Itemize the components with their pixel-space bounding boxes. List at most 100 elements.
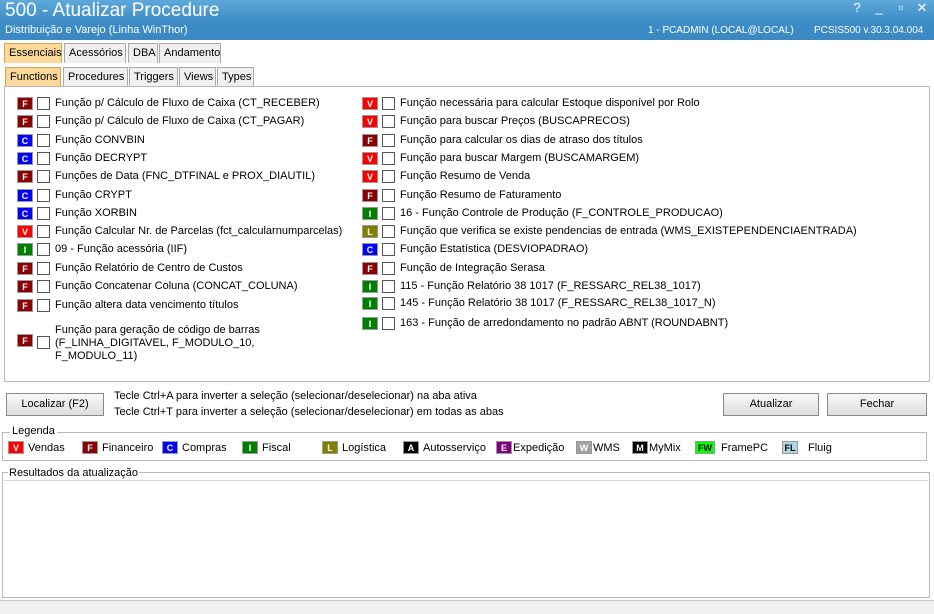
module-badge: V xyxy=(17,225,33,238)
function-label: Função para calcular os dias de atraso d… xyxy=(400,134,643,146)
function-label: Função necessária para calcular Estoque … xyxy=(400,97,700,109)
tab-types[interactable]: Types xyxy=(217,67,254,87)
tab-andamento[interactable]: Andamento xyxy=(159,43,221,63)
function-checkbox[interactable] xyxy=(382,262,395,275)
function-checkbox[interactable] xyxy=(382,243,395,256)
function-checkbox[interactable] xyxy=(382,225,395,238)
module-badge: F xyxy=(17,115,33,128)
function-checkbox[interactable] xyxy=(37,299,50,312)
function-label: Função p/ Cálculo de Fluxo de Caixa (CT_… xyxy=(55,97,320,109)
function-label: Função Calcular Nr. de Parcelas (fct_cal… xyxy=(55,225,343,237)
function-checkbox[interactable] xyxy=(37,207,50,220)
function-checkbox[interactable] xyxy=(37,97,50,110)
window-title: 500 - Atualizar Procedure xyxy=(5,0,220,21)
module-badge: F xyxy=(17,170,33,183)
tab-functions[interactable]: Functions xyxy=(5,67,61,87)
module-badge: F xyxy=(17,97,33,110)
function-label: Função p/ Cálculo de Fluxo de Caixa (CT_… xyxy=(55,115,305,127)
function-label: 163 - Função de arredondamento no padrão… xyxy=(400,317,729,329)
fechar-button[interactable]: Fechar xyxy=(827,393,927,416)
legend-label: WMS xyxy=(593,442,620,454)
function-checkbox[interactable] xyxy=(382,317,395,330)
legend-label: FramePC xyxy=(721,442,769,454)
tab-dba[interactable]: DBA xyxy=(128,43,158,63)
module-badge: A xyxy=(403,441,419,454)
tab-triggers[interactable]: Triggers xyxy=(129,67,178,87)
function-checkbox[interactable] xyxy=(382,297,395,310)
legend-label: Fiscal xyxy=(262,442,291,454)
module-badge: F xyxy=(362,134,378,147)
function-label: Função que verifica se existe pendencias… xyxy=(400,225,857,237)
module-badge: FL xyxy=(782,441,798,454)
localizar-button[interactable]: Localizar (F2) xyxy=(6,393,104,416)
function-checkbox[interactable] xyxy=(382,97,395,110)
module-badge: I xyxy=(362,207,378,220)
function-label: 145 - Função Relatório 38 1017 (F_RESSAR… xyxy=(400,297,716,309)
help-icon[interactable]: ? xyxy=(848,0,866,16)
module-badge: M xyxy=(632,441,648,454)
function-label: Função CRYPT xyxy=(55,189,132,201)
tab-acessorios[interactable]: Acessórios xyxy=(64,43,126,63)
module-badge: C xyxy=(17,152,33,165)
function-label: 09 - Função acessória (IIF) xyxy=(55,243,188,255)
module-badge: W xyxy=(576,441,592,454)
function-label: 16 - Função Controle de Produção (F_CONT… xyxy=(400,207,723,219)
function-checkbox[interactable] xyxy=(37,115,50,128)
module-badge: I xyxy=(17,243,33,256)
function-label: Função CONVBIN xyxy=(55,134,145,146)
tab-procedures[interactable]: Procedures xyxy=(63,67,128,87)
maximize-icon[interactable]: ▫ xyxy=(892,0,910,16)
module-badge: F xyxy=(362,262,378,275)
module-badge: V xyxy=(362,115,378,128)
function-checkbox[interactable] xyxy=(37,170,50,183)
module-badge: F xyxy=(17,280,33,293)
function-checkbox[interactable] xyxy=(37,262,50,275)
module-badge: V xyxy=(362,152,378,165)
function-checkbox[interactable] xyxy=(37,134,50,147)
legend-title: Legenda xyxy=(10,425,57,437)
function-checkbox[interactable] xyxy=(37,243,50,256)
legend-label: Compras xyxy=(182,442,227,454)
function-checkbox[interactable] xyxy=(382,115,395,128)
function-label: Função Estatística (DESVIOPADRAO) xyxy=(400,243,589,255)
function-checkbox[interactable] xyxy=(37,152,50,165)
module-badge: E xyxy=(496,441,512,454)
function-checkbox[interactable] xyxy=(37,225,50,238)
function-checkbox[interactable] xyxy=(37,336,50,349)
legend-label: Fluig xyxy=(808,442,832,454)
minimize-icon[interactable]: _ xyxy=(870,0,888,16)
function-label: Função para buscar Preços (BUSCAPRECOS) xyxy=(400,115,630,127)
atualizar-button[interactable]: Atualizar xyxy=(723,393,819,416)
function-checkbox[interactable] xyxy=(382,170,395,183)
function-label: Função Resumo de Venda xyxy=(400,170,531,182)
legend-label: Logística xyxy=(342,442,387,454)
function-checkbox[interactable] xyxy=(37,189,50,202)
function-checkbox[interactable] xyxy=(382,207,395,220)
function-checkbox[interactable] xyxy=(382,280,395,293)
legend-label: Vendas xyxy=(28,442,65,454)
module-badge: V xyxy=(362,170,378,183)
module-badge: V xyxy=(362,97,378,110)
legend-label: Financeiro xyxy=(102,442,154,454)
module-badge: F xyxy=(362,189,378,202)
tab-essenciais[interactable]: Essenciais xyxy=(4,43,62,63)
function-checkbox[interactable] xyxy=(37,280,50,293)
module-badge: C xyxy=(362,243,378,256)
function-label: Função Relatório de Centro de Custos xyxy=(55,262,243,274)
hint-ctrl-a: Tecle Ctrl+A para inverter a seleção (se… xyxy=(114,390,477,402)
function-label: Função Resumo de Faturamento xyxy=(400,189,562,201)
module-badge: F xyxy=(17,299,33,312)
results-title: Resultados da atualização xyxy=(8,467,140,479)
tab-views[interactable]: Views xyxy=(179,67,216,87)
module-badge: L xyxy=(362,225,378,238)
results-textarea[interactable] xyxy=(4,480,928,596)
module-badge: I xyxy=(362,297,378,310)
function-checkbox[interactable] xyxy=(382,134,395,147)
function-checkbox[interactable] xyxy=(382,152,395,165)
function-label: Função XORBIN xyxy=(55,207,137,219)
function-checkbox[interactable] xyxy=(382,189,395,202)
module-badge: F xyxy=(82,441,98,454)
module-badge: FW xyxy=(695,441,715,454)
close-icon[interactable]: ✕ xyxy=(913,0,931,16)
module-badge: C xyxy=(17,134,33,147)
